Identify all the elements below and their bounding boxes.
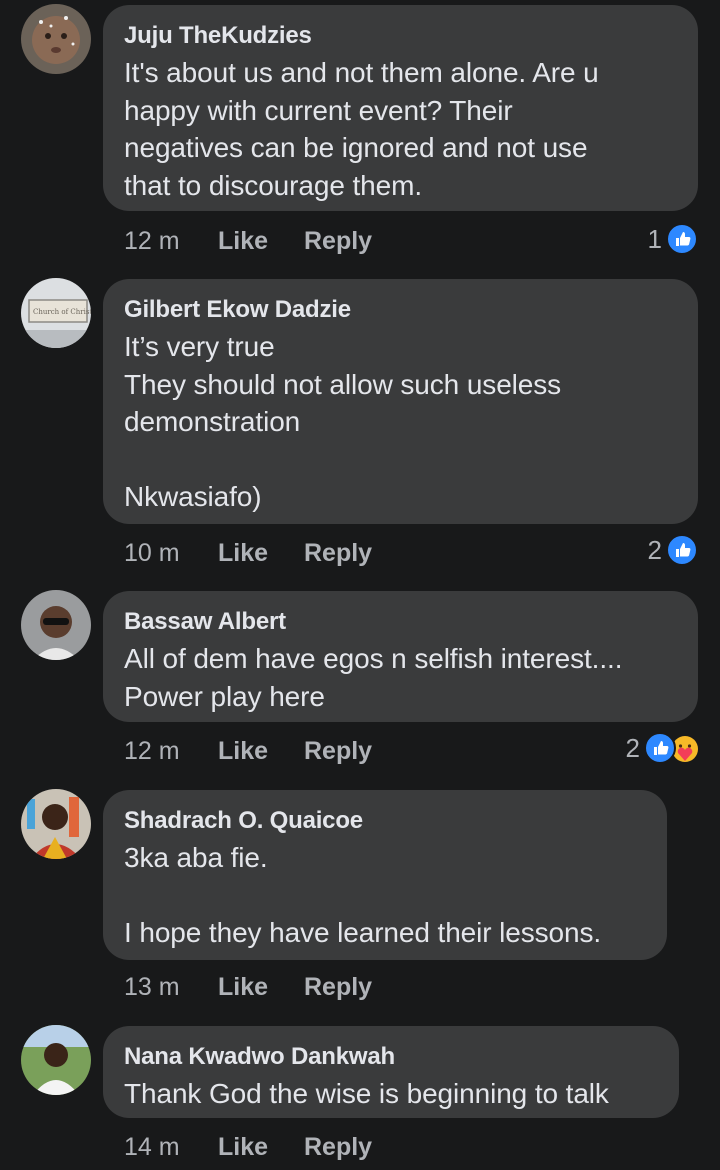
like-icon: [666, 534, 698, 566]
comment-author[interactable]: Bassaw Albert: [124, 607, 678, 637]
comment-text: It's about us and not them alone. Are u …: [124, 57, 599, 201]
reply-button[interactable]: Reply: [304, 972, 372, 1002]
comment-bubble: Bassaw Albert All of dem have egos n sel…: [103, 591, 698, 722]
reaction-count: 2: [647, 534, 662, 565]
reaction-summary[interactable]: 2: [647, 534, 698, 566]
comment-timestamp[interactable]: 10 m: [124, 538, 180, 568]
comment-author[interactable]: Gilbert Ekow Dadzie: [124, 295, 678, 325]
like-icon: [666, 223, 698, 255]
like-button[interactable]: Like: [218, 538, 268, 568]
like-button[interactable]: Like: [218, 1132, 268, 1162]
comment-timestamp[interactable]: 14 m: [124, 1132, 180, 1162]
like-button[interactable]: Like: [218, 972, 268, 1002]
comment-bubble: Gilbert Ekow Dadzie It’s very true They …: [103, 279, 698, 524]
avatar[interactable]: Church of Christ: [21, 278, 91, 348]
comment-author[interactable]: Nana Kwadwo Dankwah: [124, 1042, 659, 1072]
avatar[interactable]: [21, 1025, 91, 1095]
comment-bubble: Shadrach O. Quaicoe 3ka aba fie. I hope …: [103, 790, 667, 960]
reply-button[interactable]: Reply: [304, 736, 372, 766]
like-button[interactable]: Like: [218, 226, 268, 256]
reaction-summary[interactable]: 1: [647, 223, 698, 255]
comment-timestamp[interactable]: 12 m: [124, 226, 180, 256]
comment-text: 3ka aba fie. I hope they have learned th…: [124, 842, 602, 948]
reply-button[interactable]: Reply: [304, 1132, 372, 1162]
comment-bubble: Nana Kwadwo Dankwah Thank God the wise i…: [103, 1026, 679, 1118]
comment-author[interactable]: Juju TheKudzies: [124, 21, 678, 51]
comment-text: All of dem have egos n selfish interest.…: [124, 643, 623, 712]
avatar[interactable]: [21, 4, 91, 74]
comment-timestamp[interactable]: 13 m: [124, 972, 180, 1002]
comment-text: It’s very true They should not allow suc…: [124, 331, 562, 512]
reaction-summary[interactable]: 2: [625, 732, 698, 764]
reply-button[interactable]: Reply: [304, 226, 372, 256]
reply-button[interactable]: Reply: [304, 538, 372, 568]
avatar-sign-text: Church of Christ: [33, 308, 91, 316]
comment-timestamp[interactable]: 12 m: [124, 736, 180, 766]
comment-bubble: Juju TheKudzies It's about us and not th…: [103, 5, 698, 211]
avatar[interactable]: [21, 789, 91, 859]
reaction-count: 1: [647, 223, 662, 254]
like-icon: [644, 732, 676, 764]
like-button[interactable]: Like: [218, 736, 268, 766]
comment-text: Thank God the wise is beginning to talk: [124, 1078, 609, 1109]
avatar[interactable]: [21, 590, 91, 660]
reaction-count: 2: [625, 732, 640, 763]
comment-author[interactable]: Shadrach O. Quaicoe: [124, 806, 647, 836]
